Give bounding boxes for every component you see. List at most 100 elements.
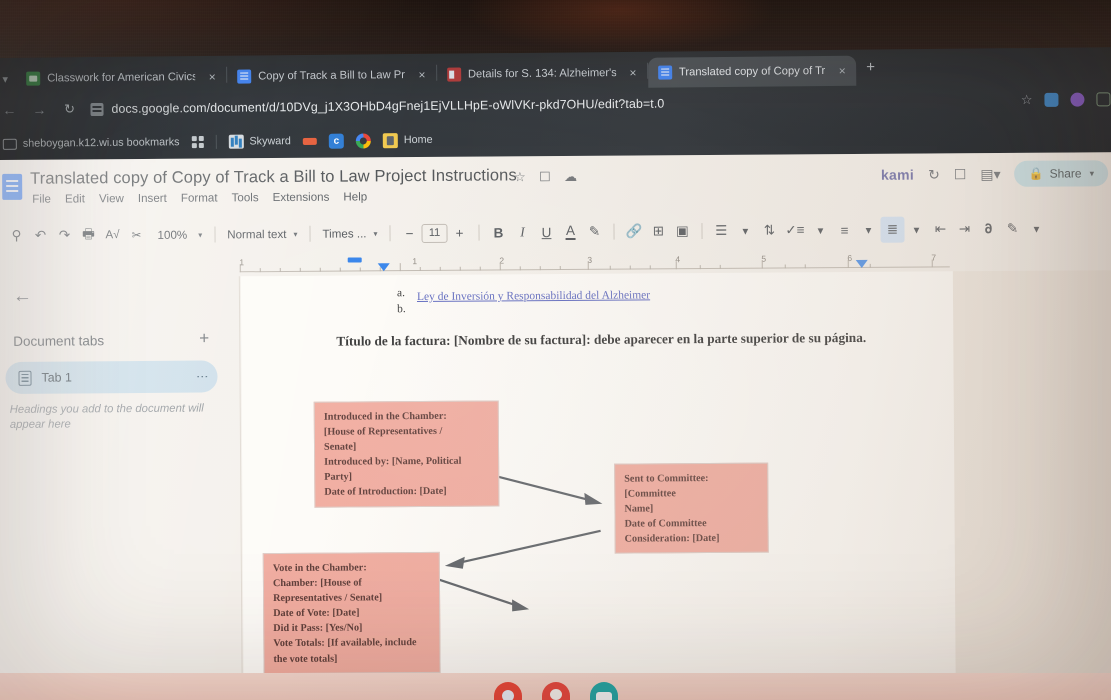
teal-app-icon[interactable]: [589, 682, 618, 700]
zoom-value: 100%: [157, 228, 188, 242]
cloud-saved-icon[interactable]: ☁: [564, 169, 577, 185]
browser-tab-classwork[interactable]: Classwork for American Civics ×: [16, 62, 226, 94]
skyward-icon: [228, 134, 244, 149]
browser-tab-copy-of-track-a-bill[interactable]: Copy of Track a Bill to Law Pr ×: [227, 60, 436, 92]
bookmark-clever[interactable]: c: [328, 133, 344, 149]
bulleted-list-icon[interactable]: ≡: [832, 217, 856, 243]
paint-format-icon[interactable]: ✂: [124, 222, 148, 248]
menu-edit[interactable]: Edit: [65, 192, 85, 205]
document-tab-icon: [18, 370, 32, 386]
extension-icon-purple[interactable]: [1070, 92, 1085, 107]
red-app-icon[interactable]: [541, 682, 570, 700]
increase-indent-icon[interactable]: ⇥: [952, 216, 976, 242]
redo-icon[interactable]: ↷: [52, 222, 76, 248]
browser-tab-translated-copy[interactable]: Translated copy of Copy of Tr ×: [647, 55, 857, 88]
more-options-icon[interactable]: ⋮: [195, 371, 209, 383]
line-spacing-icon[interactable]: ⇅: [757, 218, 781, 244]
introduced-box[interactable]: Introduced in the Chamber: [House of Rep…: [313, 400, 500, 508]
bookmark-sheboygan[interactable]: sheboygan.k12.wi.us bookmarks: [2, 136, 180, 150]
address-bar[interactable]: docs.google.com/document/d/10DVg_j1X3OHb…: [90, 88, 1005, 121]
document-link[interactable]: Ley de Inversión y Responsabilidad del A…: [417, 285, 650, 305]
forward-button[interactable]: →: [24, 101, 54, 117]
align-left-icon[interactable]: ☰: [709, 218, 733, 244]
paragraph-style-selector[interactable]: Normal text ▾: [222, 227, 302, 241]
chevron-down-icon[interactable]: ▾: [0, 64, 16, 94]
back-button[interactable]: ←: [0, 102, 25, 118]
underline-button[interactable]: U: [534, 219, 558, 245]
ruler-tick: [649, 265, 651, 270]
font-selector[interactable]: Times ... ▾: [317, 227, 382, 240]
bookmark-home[interactable]: Home: [382, 132, 433, 148]
bookmark-google[interactable]: [355, 132, 371, 149]
close-icon[interactable]: ×: [836, 64, 848, 78]
menu-extensions[interactable]: Extensions: [273, 191, 330, 204]
add-comment-icon[interactable]: ⊞: [646, 218, 670, 244]
checklist-icon[interactable]: ✓≡: [781, 217, 808, 243]
sent-to-committee-box[interactable]: Sent to Committee: [Committee Name] Date…: [614, 462, 769, 555]
ruler-tick: [847, 260, 849, 269]
add-tab-button[interactable]: +: [199, 329, 209, 349]
menu-view[interactable]: View: [99, 192, 124, 205]
decrease-indent-icon[interactable]: ⇤: [928, 216, 952, 242]
spellcheck-icon[interactable]: A√: [100, 222, 124, 248]
bookmark-apps-grid[interactable]: [191, 135, 204, 149]
increase-font-size-button[interactable]: +: [447, 220, 471, 246]
left-indent-marker[interactable]: [377, 263, 390, 272]
extension-icon-blue[interactable]: [1044, 92, 1059, 107]
ruler-tick: [559, 266, 561, 271]
menu-format[interactable]: Format: [181, 191, 218, 204]
browser-tab-details-s134[interactable]: Details for S. 134: Alzheimer's ×: [437, 58, 647, 90]
decrease-font-size-button[interactable]: −: [397, 220, 421, 246]
document-title[interactable]: Translated copy of Copy of Track a Bill …: [30, 166, 517, 188]
editing-mode-pencil-icon[interactable]: ✎: [1000, 216, 1024, 242]
close-icon[interactable]: ×: [206, 70, 218, 84]
docs-icon: [237, 69, 252, 84]
italic-button[interactable]: I: [510, 219, 534, 245]
menu-tools[interactable]: Tools: [232, 191, 259, 204]
undo-icon[interactable]: ↶: [28, 223, 52, 249]
page-info-icon[interactable]: [90, 102, 104, 116]
back-arrow-icon[interactable]: ←: [13, 286, 32, 308]
new-tab-button[interactable]: +: [856, 58, 885, 79]
chevron-down-icon[interactable]: ▾: [1024, 216, 1048, 242]
bookmark-skyward[interactable]: Skyward: [228, 134, 291, 149]
chevron-down-icon[interactable]: ▾: [808, 217, 832, 243]
chevron-down-icon[interactable]: ▾: [856, 217, 880, 243]
comment-icon[interactable]: ☐: [954, 166, 967, 183]
font-size-input[interactable]: 11: [421, 223, 448, 243]
chevron-down-icon[interactable]: ▾: [733, 218, 757, 244]
document-page[interactable]: a. Ley de Inversión y Responsabilidad de…: [240, 271, 956, 681]
insert-link-icon[interactable]: 🔗: [621, 218, 646, 244]
insert-image-icon[interactable]: ▣: [670, 218, 694, 244]
text-color-button[interactable]: A: [558, 219, 582, 245]
menu-file[interactable]: File: [32, 193, 51, 206]
right-indent-marker[interactable]: [855, 259, 868, 268]
zoom-selector[interactable]: 100% ▾: [148, 228, 207, 241]
highlight-icon[interactable]: ✎: [582, 219, 606, 245]
share-button[interactable]: 🔒 Share ▾: [1014, 160, 1109, 187]
menu-help[interactable]: Help: [343, 190, 367, 203]
close-icon[interactable]: ×: [416, 68, 428, 82]
chevron-down-icon[interactable]: ▾: [904, 216, 928, 242]
print-icon[interactable]: 🖶: [76, 222, 100, 248]
move-to-folder-icon[interactable]: ☐: [539, 169, 551, 185]
bookmark-dashboard[interactable]: [302, 137, 317, 145]
chrome-app-icon[interactable]: [493, 682, 522, 700]
numbered-list-icon[interactable]: ≣: [880, 216, 905, 243]
reload-button[interactable]: ↻: [54, 101, 84, 117]
version-history-icon[interactable]: ↻: [928, 166, 940, 183]
search-icon[interactable]: ⚲: [4, 223, 28, 249]
vote-in-chamber-box[interactable]: Vote in the Chamber: Chamber: [House of …: [262, 551, 441, 674]
menu-insert[interactable]: Insert: [138, 192, 167, 205]
clear-formatting-icon[interactable]: 𝛛: [976, 216, 1000, 242]
bold-button[interactable]: B: [486, 219, 510, 245]
meet-camera-icon[interactable]: ▤▾: [980, 165, 1000, 182]
bookmark-star-icon[interactable]: ☆: [1021, 92, 1033, 108]
extension-icon-outline[interactable]: [1096, 92, 1111, 107]
sidebar-item-tab-1[interactable]: Tab 1 ⋮: [5, 360, 218, 394]
close-icon[interactable]: ×: [627, 66, 639, 80]
kami-button[interactable]: kami: [881, 167, 914, 183]
star-icon[interactable]: ☆: [514, 169, 526, 185]
toolbar-divider: [701, 223, 703, 240]
first-line-indent-marker[interactable]: [347, 257, 362, 263]
